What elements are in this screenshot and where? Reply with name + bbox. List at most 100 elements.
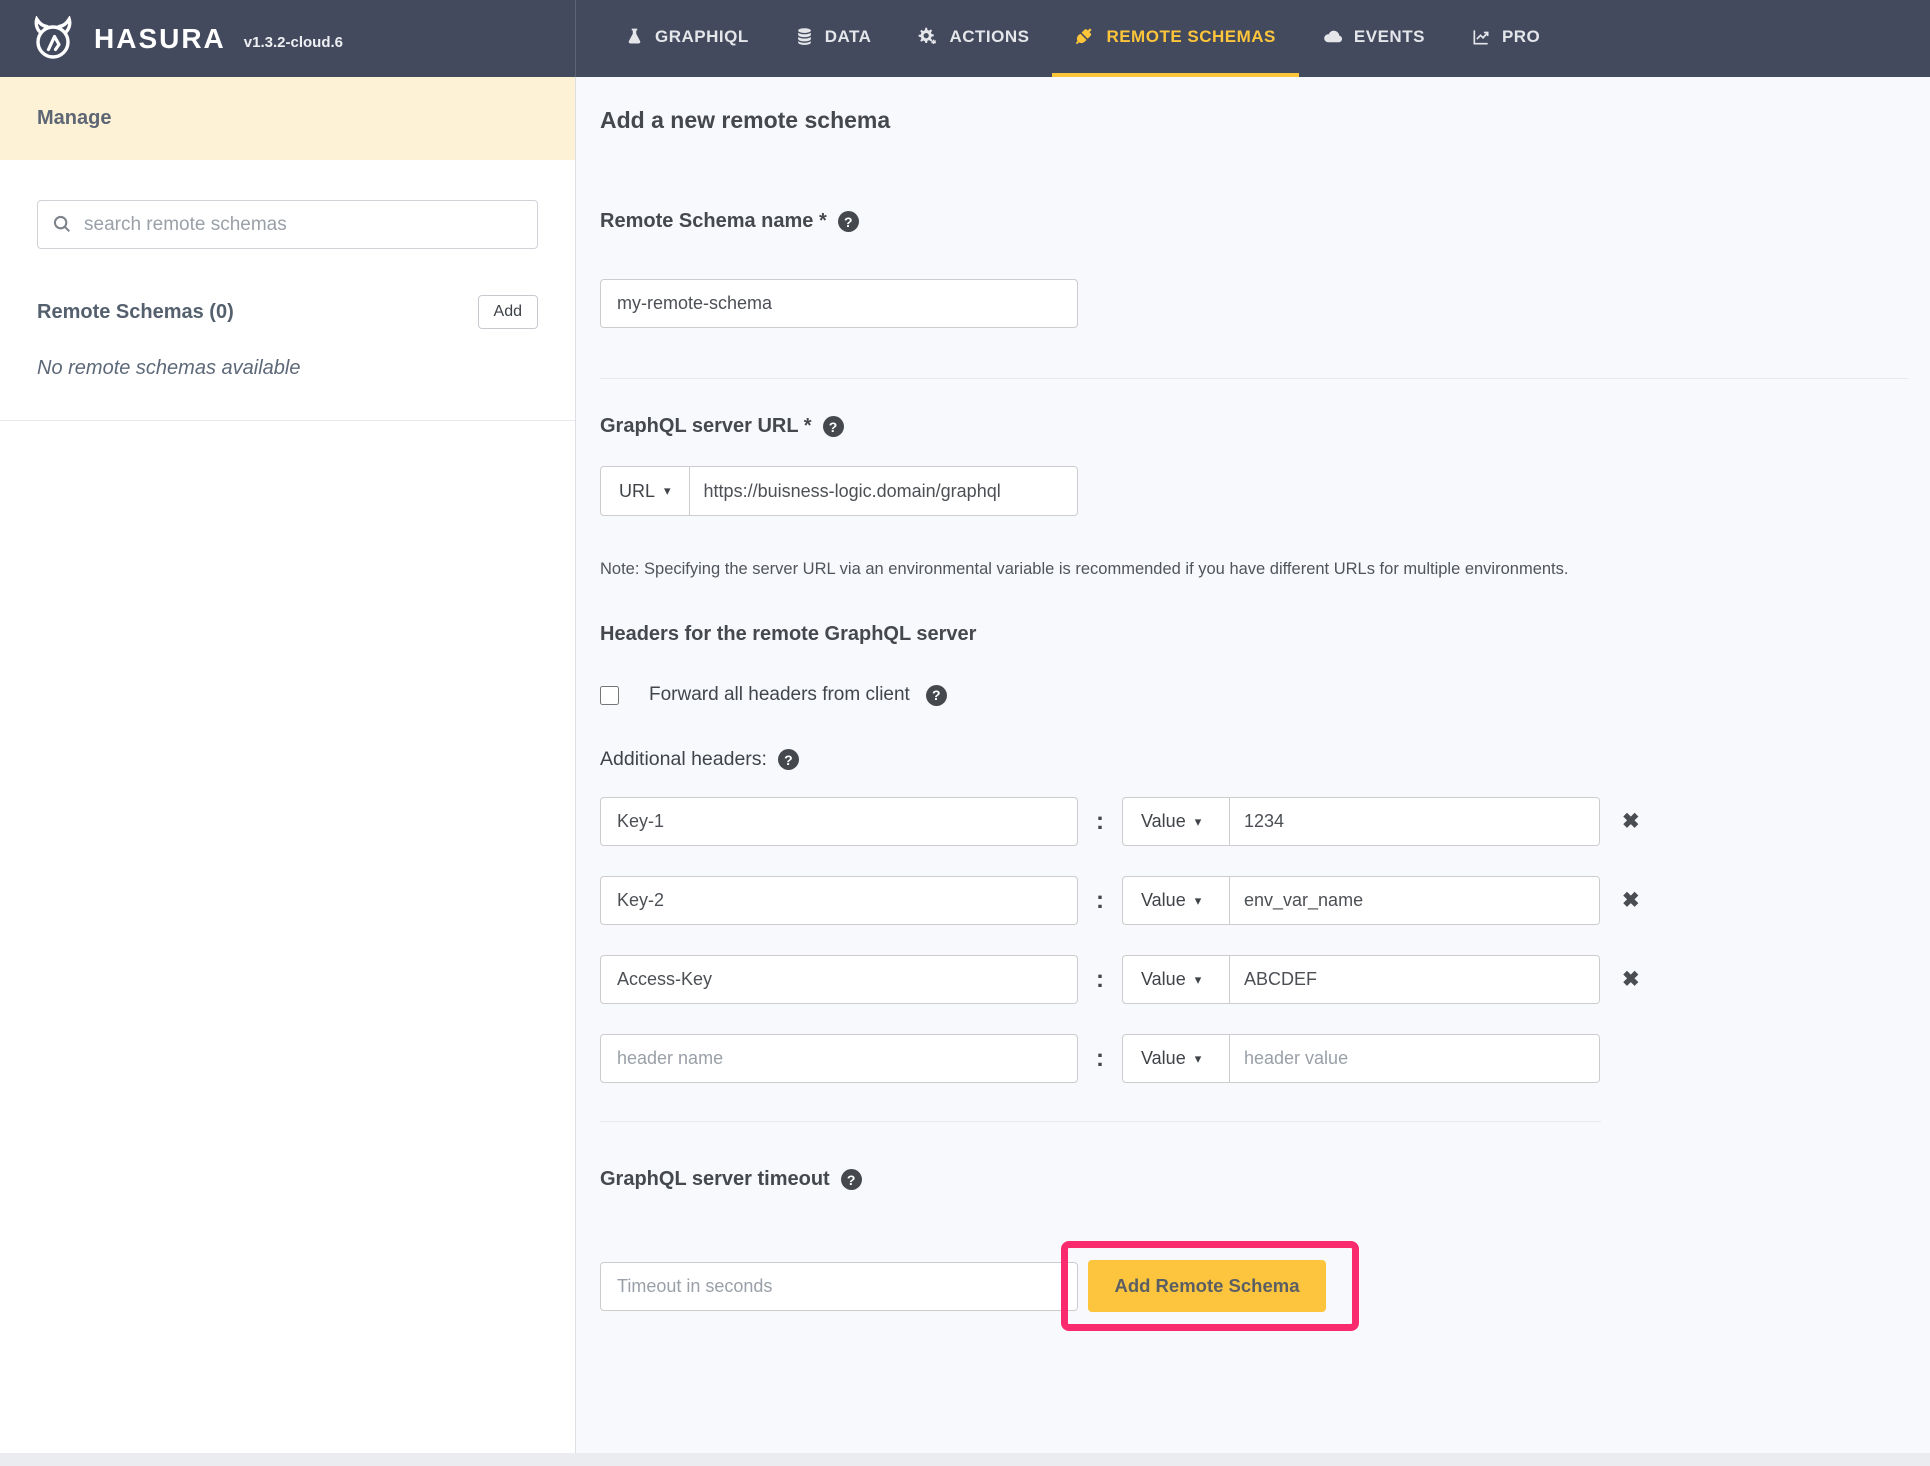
bottom-strip [0,1453,1930,1466]
header-key-input[interactable] [600,876,1078,925]
forward-headers-row: Forward all headers from client ? [600,684,1908,706]
search-remote-schemas-input[interactable] [37,200,538,249]
header-value-input[interactable] [1230,798,1599,845]
main-content: Add a new remote schema Remote Schema na… [576,77,1930,1466]
remove-header-icon[interactable]: ✖ [1622,811,1640,832]
nav-item-label: DATA [825,27,872,47]
headers-section-title: Headers for the remote GraphQL server [600,623,1908,646]
header-row: : Value ▾ ✖ [600,797,1908,846]
nav-item-pro[interactable]: PRO [1448,0,1563,77]
help-icon[interactable]: ? [841,1169,862,1190]
section-divider [600,378,1908,379]
graphql-server-url-input[interactable] [690,467,1077,515]
page-body: Manage Remote Schemas (0) Add No remote … [0,77,1930,1466]
url-type-dropdown-label: URL [619,481,655,502]
help-icon[interactable]: ? [778,749,799,770]
url-type-dropdown[interactable]: URL ▾ [601,467,690,515]
remote-schemas-count-label: Remote Schemas (0) [37,301,234,324]
annotation-highlight: Add Remote Schema [1061,1241,1358,1331]
top-navbar: HASURA v1.3.2-cloud.6 GRAPHIQL DATA ACTI… [0,0,1930,77]
version-label: v1.3.2-cloud.6 [244,34,343,51]
additional-headers-label-row: Additional headers: ? [600,748,1908,771]
value-type-dropdown[interactable]: Value ▾ [1123,956,1230,1003]
flask-icon [625,27,644,46]
value-type-dropdown[interactable]: Value ▾ [1123,798,1230,845]
header-key-input[interactable] [600,955,1078,1004]
header-row: : Value ▾ ✖ [600,876,1908,925]
nav-item-data[interactable]: DATA [772,0,895,77]
nav-item-actions[interactable]: ACTIONS [894,0,1052,77]
help-icon[interactable]: ? [823,416,844,437]
sidebar-item-manage[interactable]: Manage [0,77,575,160]
help-icon[interactable]: ? [838,211,859,232]
colon-separator: : [1096,1045,1104,1073]
hasura-logo-icon[interactable] [30,16,76,62]
help-icon[interactable]: ? [926,685,947,706]
timeout-input[interactable] [600,1262,1078,1311]
remove-header-icon[interactable]: ✖ [1622,969,1640,990]
schema-list-header: Remote Schemas (0) Add [37,295,538,329]
plug-icon [1075,27,1095,47]
header-value-group: Value ▾ [1122,955,1600,1004]
value-type-label: Value [1141,1048,1186,1069]
header-row: : Value ▾ [600,1034,1908,1083]
chevron-down-icon: ▾ [1195,1051,1202,1067]
database-icon [795,27,814,46]
section-divider [600,1121,1601,1122]
header-value-input[interactable] [1230,956,1599,1003]
page-title: Add a new remote schema [600,107,1908,134]
manage-label: Manage [37,107,111,130]
url-input-group: URL ▾ [600,466,1078,516]
header-value-group: Value ▾ [1122,1034,1600,1083]
header-key-input[interactable] [600,1034,1078,1083]
brand-title[interactable]: HASURA [94,23,226,55]
sidebar-divider [0,420,575,421]
chevron-down-icon: ▾ [1195,972,1202,988]
header-value-input[interactable] [1230,877,1599,924]
header-key-input[interactable] [600,797,1078,846]
chevron-down-icon: ▾ [664,483,671,499]
header-value-group: Value ▾ [1122,876,1600,925]
add-remote-schema-button[interactable]: Add Remote Schema [1088,1260,1325,1312]
header-value-input[interactable] [1230,1035,1599,1082]
nav-item-label: PRO [1502,27,1540,47]
search-icon [51,213,73,240]
nav-item-label: REMOTE SCHEMAS [1106,27,1275,47]
colon-separator: : [1096,808,1104,836]
graphql-server-timeout-label: GraphQL server timeout ? [600,1168,1908,1191]
value-type-dropdown[interactable]: Value ▾ [1123,1035,1230,1082]
colon-separator: : [1096,966,1104,994]
remove-header-icon[interactable]: ✖ [1622,890,1640,911]
value-type-label: Value [1141,890,1186,911]
remote-schema-name-label: Remote Schema name * ? [600,210,1908,233]
nav-item-label: GRAPHIQL [655,27,749,47]
graphql-server-url-label-text: GraphQL server URL * [600,415,812,438]
value-type-label: Value [1141,969,1186,990]
url-note: Note: Specifying the server URL via an e… [600,560,1908,579]
brand-area: HASURA v1.3.2-cloud.6 [0,0,576,77]
value-type-dropdown[interactable]: Value ▾ [1123,877,1230,924]
sidebar: Manage Remote Schemas (0) Add No remote … [0,77,576,1466]
nav-item-graphiql[interactable]: GRAPHIQL [602,0,772,77]
graphql-server-timeout-label-text: GraphQL server timeout [600,1168,830,1191]
additional-headers-label: Additional headers: [600,748,767,771]
chart-icon [1471,27,1491,47]
search-box [37,200,538,249]
value-type-label: Value [1141,811,1186,832]
header-row: : Value ▾ ✖ [600,955,1908,1004]
add-button[interactable]: Add [478,295,538,329]
forward-all-headers-checkbox[interactable] [600,686,619,705]
graphql-server-url-label: GraphQL server URL * ? [600,415,1908,438]
remote-schema-name-input[interactable] [600,279,1078,328]
chevron-down-icon: ▾ [1195,814,1202,830]
gears-icon [917,26,938,47]
colon-separator: : [1096,887,1104,915]
nav-item-events[interactable]: EVENTS [1299,0,1448,77]
forward-all-headers-label: Forward all headers from client [649,684,910,706]
header-value-group: Value ▾ [1122,797,1600,846]
cloud-icon [1322,26,1343,47]
nav-item-remote-schemas[interactable]: REMOTE SCHEMAS [1052,0,1298,77]
nav-item-label: EVENTS [1354,27,1425,47]
remote-schema-name-label-text: Remote Schema name * [600,210,827,233]
nav-links: GRAPHIQL DATA ACTIONS REMOTE SCHEMAS EVE… [602,0,1563,77]
